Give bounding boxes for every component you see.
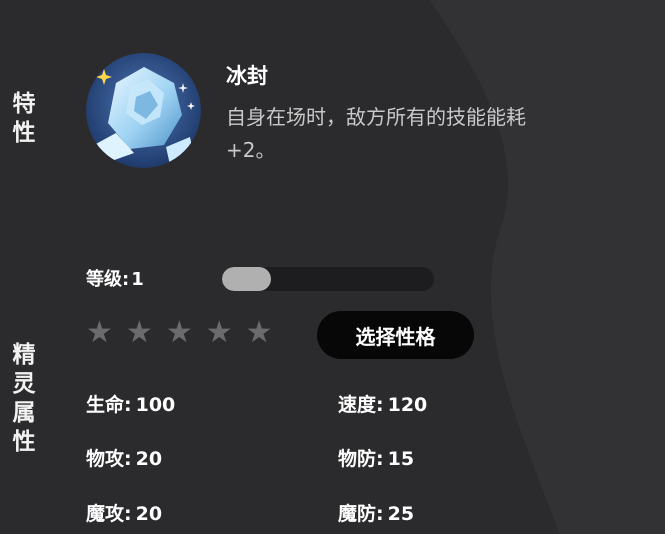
star-icon: ★: [86, 315, 113, 350]
star-icon: ★: [205, 315, 233, 350]
stat-magic-defense: 魔防: 25: [338, 503, 415, 525]
stat-physical-attack: 物攻: 20: [86, 448, 163, 470]
level-progress-bar: [222, 267, 434, 291]
level-progress-fill: [222, 267, 271, 291]
stat-hp: 生命: 100: [86, 394, 176, 416]
trait-description: 自身在场时，敌方所有的技能能耗 +2。: [226, 105, 526, 162]
trait-name: 冰封: [226, 64, 268, 88]
level-value: 1: [131, 269, 144, 290]
star-icon: ★: [165, 315, 193, 350]
ice-crystal-icon: [86, 53, 201, 168]
star-icon: ★: [245, 315, 273, 350]
stat-magic-attack: 魔攻: 20: [86, 503, 163, 525]
stat-speed: 速度: 120: [338, 394, 428, 416]
level-label: 等级: 1: [86, 269, 144, 290]
attributes-section-label: 精 灵 属 性: [12, 342, 36, 455]
trait-section-label: 特 性: [12, 91, 36, 146]
star-rating: ★ ★ ★ ★ ★: [86, 318, 273, 348]
star-icon: ★: [125, 315, 153, 350]
stat-physical-defense: 物防: 15: [338, 448, 415, 470]
choose-personality-button[interactable]: 选择性格: [317, 311, 474, 359]
